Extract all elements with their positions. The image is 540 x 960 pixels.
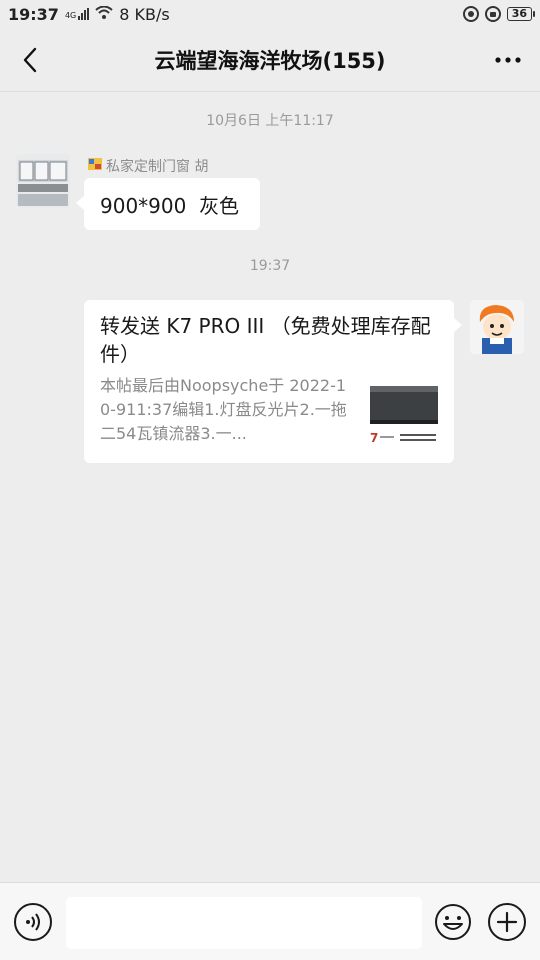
emoji-icon: [435, 904, 471, 940]
message-bubble[interactable]: 900*900 灰色: [76, 178, 260, 230]
emoji-button[interactable]: [434, 903, 472, 941]
shop-badge-icon: [87, 156, 103, 176]
voice-button[interactable]: [14, 903, 52, 941]
message-input[interactable]: [66, 897, 422, 949]
chat-title: 云端望海海洋牧场(155): [154, 48, 386, 73]
link-card-thumbnail: 7: [368, 382, 440, 446]
link-card[interactable]: 转发送 K7 PRO III （免费处理库存配件） 本帖最后由Noopsyche…: [84, 300, 462, 463]
chat-messages[interactable]: 10月6日 上午11:17 私家定制门窗 胡 900*900 灰色 19:37 …: [0, 92, 540, 882]
back-button[interactable]: [10, 40, 50, 80]
status-time: 19:37: [8, 4, 59, 24]
plus-button[interactable]: [488, 903, 526, 941]
network-type: 4G: [64, 11, 77, 20]
sync-icon: [462, 6, 479, 22]
my-avatar[interactable]: [470, 300, 524, 354]
message-timestamp: 19:37: [249, 258, 291, 274]
message-timestamp: 10月6日 上午11:17: [206, 113, 334, 129]
more-button[interactable]: [488, 40, 528, 80]
link-card-description: 本帖最后由Noopsyche于 2022-10-911:37编辑1.灯盘反光片2…: [100, 376, 347, 443]
chat-header: 云端望海海洋牧场(155): [0, 28, 540, 92]
sender-name-row: 私家定制门窗 胡: [87, 156, 208, 176]
signal-icon: 4G: [64, 8, 90, 20]
more-icon: [495, 57, 521, 63]
message-text: 900*900 灰色: [100, 193, 240, 218]
plus-icon: [496, 911, 518, 933]
network-speed: 8 KB/s: [119, 4, 170, 24]
lock-icon: [484, 6, 501, 22]
svg-text:7: 7: [370, 431, 378, 445]
voice-icon: [26, 913, 40, 931]
link-card-title: 转发送 K7 PRO III （免费处理库存配件）: [100, 314, 431, 366]
wifi-icon: [95, 5, 113, 24]
status-bar: 19:37 4G 8 KB/s 36: [0, 0, 540, 28]
input-bar: [0, 882, 540, 960]
sender-avatar[interactable]: [16, 154, 70, 208]
sender-name: 私家定制门窗 胡: [106, 159, 209, 175]
battery-icon: 36: [506, 7, 536, 21]
back-arrow-icon: [23, 47, 37, 73]
